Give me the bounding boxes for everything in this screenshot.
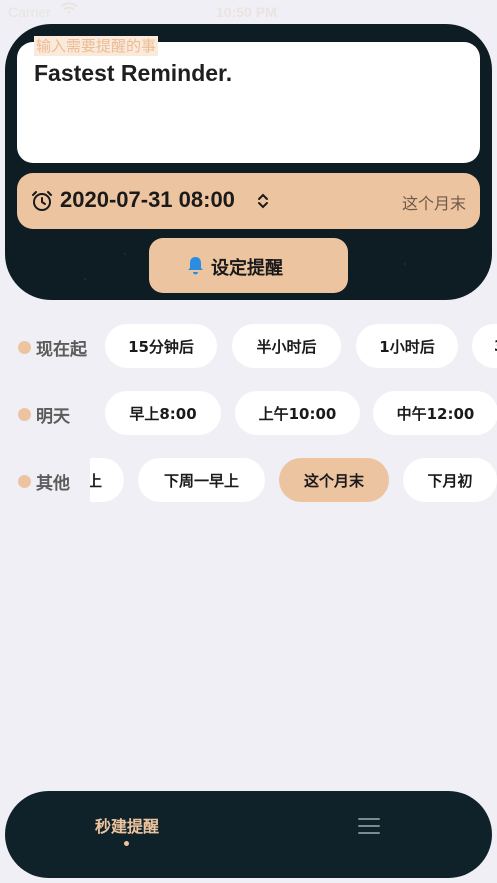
selected-datetime: 2020-07-31 08:00 (60, 187, 235, 212)
chip-scroller[interactable]: 上 下周一早上 这个月末 下月初 (90, 458, 497, 504)
chip-3-hours[interactable]: 3 (472, 324, 497, 368)
chip-scroller[interactable]: 15分钟后 半小时后 1小时后 3 (90, 324, 497, 370)
set-reminder-label: 设定提醒 (211, 258, 283, 278)
status-time: 10:50 PM (216, 4, 277, 20)
chip-half-hour[interactable]: 半小时后 (232, 324, 341, 368)
chip-next-monday-morning[interactable]: 下周一早上 (138, 458, 265, 502)
chip-next-month-start[interactable]: 下月初 (403, 458, 497, 502)
quick-row-other: 其他 上 下周一早上 这个月末 下月初 (0, 458, 497, 504)
quick-row-from-now: 现在起 15分钟后 半小时后 1小时后 3 (0, 324, 497, 370)
datetime-hint: 这个月末 (401, 194, 466, 213)
menu-icon[interactable] (356, 815, 382, 837)
status-bar: Carrier 10:50 PM (0, 0, 497, 26)
chip-1-hour[interactable]: 1小时后 (356, 324, 458, 368)
quick-row-tomorrow: 明天 早上8:00 上午10:00 中午12:00 (0, 391, 497, 437)
row-label: 现在起 (36, 340, 87, 360)
row-bullet (18, 341, 31, 354)
chip-partial[interactable]: 上 (90, 458, 124, 502)
up-down-chevron-icon (257, 192, 269, 210)
wifi-icon (60, 2, 78, 20)
reminder-input-card[interactable]: 输入需要提醒的事 Fastest Reminder. (17, 36, 480, 163)
chip-scroller[interactable]: 早上8:00 上午10:00 中午12:00 (90, 391, 497, 437)
chip-end-of-month[interactable]: 这个月末 (279, 458, 389, 502)
chip-noon[interactable]: 中午12:00 (373, 391, 497, 435)
chip-10am[interactable]: 上午10:00 (235, 391, 360, 435)
bell-icon (187, 256, 204, 275)
row-bullet (18, 475, 31, 488)
chip-8am[interactable]: 早上8:00 (105, 391, 221, 435)
carrier-label: Carrier (8, 4, 51, 20)
reminder-input-placeholder: 输入需要提醒的事 (34, 36, 159, 56)
tab-quick-reminder[interactable]: 秒建提醒 (83, 813, 171, 853)
reminder-input-field[interactable]: Fastest Reminder. (34, 60, 232, 87)
tab-bar: 秒建提醒 (5, 791, 492, 878)
row-label: 其他 (36, 474, 70, 494)
set-reminder-button[interactable]: 设定提醒 (149, 238, 348, 293)
row-label: 明天 (36, 407, 70, 427)
alarm-clock-icon (30, 189, 54, 213)
row-bullet (18, 408, 31, 421)
tab-quick-reminder-label: 秒建提醒 (94, 817, 159, 836)
active-tab-indicator (124, 841, 129, 846)
reminder-composer: 输入需要提醒的事 Fastest Reminder. 2020-07-31 08… (5, 24, 492, 300)
chip-15min[interactable]: 15分钟后 (105, 324, 217, 368)
datetime-selector[interactable]: 2020-07-31 08:00 这个月末 (17, 173, 480, 229)
